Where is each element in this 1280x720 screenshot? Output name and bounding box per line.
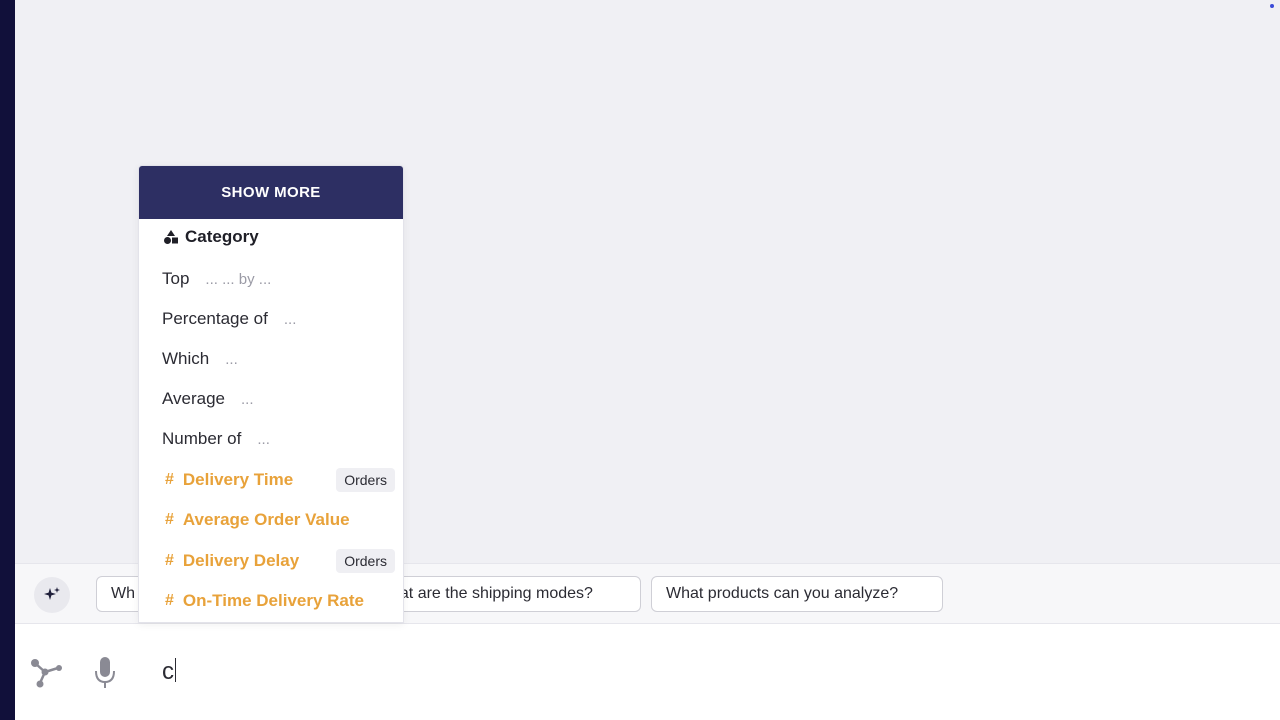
hash-icon: # <box>165 471 174 488</box>
hash-icon: # <box>165 592 174 609</box>
template-label: Percentage of <box>162 309 268 328</box>
template-item[interactable]: Percentage of... <box>162 309 296 329</box>
template-item[interactable]: Top ... ... by ... <box>162 269 271 289</box>
field-label: Delivery Delay <box>182 551 300 570</box>
field-item-delivery-time[interactable]: # Delivery Time <box>165 470 293 490</box>
template-label: Which <box>162 349 210 368</box>
field-label: Average Order Value <box>182 510 350 529</box>
hash-icon: # <box>165 552 174 569</box>
sparkle-icon <box>44 587 60 600</box>
status-dot <box>1270 4 1274 8</box>
template-item[interactable]: Which... <box>162 349 238 369</box>
suggestion-chip[interactable]: What products can you analyze? <box>651 576 943 612</box>
field-label: On-Time Delivery Rate <box>182 591 364 610</box>
template-hint: ... <box>241 391 254 408</box>
query-input-bar <box>15 623 1280 720</box>
suggestion-chip[interactable]: nat are the shipping modes? <box>380 576 641 612</box>
category-heading-label: Category <box>185 227 259 246</box>
template-item[interactable]: Average... <box>162 389 254 409</box>
field-item-average-order-value[interactable]: # Average Order Value <box>165 510 350 530</box>
category-heading: Category <box>163 227 259 247</box>
microphone-icon[interactable] <box>93 654 117 690</box>
table-tag: Orders <box>336 468 395 492</box>
field-label: Delivery Time <box>182 470 294 489</box>
shapes-icon <box>164 230 178 244</box>
hash-icon: # <box>165 511 174 528</box>
template-item[interactable]: Number of... <box>162 429 270 449</box>
template-label: Average <box>162 389 226 408</box>
template-hint: ... <box>257 431 270 448</box>
show-more-button[interactable]: SHOW MORE <box>139 166 403 219</box>
sparkle-button[interactable] <box>34 577 70 613</box>
table-tag: Orders <box>336 549 395 573</box>
field-item-delivery-delay[interactable]: # Delivery Delay <box>165 551 299 571</box>
text-cursor <box>175 658 176 682</box>
query-input-value: c <box>162 658 174 685</box>
left-sidebar-strip <box>0 0 15 720</box>
field-item-on-time-delivery-rate[interactable]: # On-Time Delivery Rate <box>165 591 364 611</box>
graph-icon[interactable] <box>28 654 64 690</box>
autocomplete-dropdown: SHOW MORE Category Top ... ... by ... Per… <box>138 165 404 623</box>
template-label: Number of <box>162 429 242 448</box>
template-hint: ... ... by ... <box>205 271 272 288</box>
template-hint: ... <box>283 311 297 328</box>
template-hint: ... <box>225 351 238 368</box>
query-input[interactable]: c <box>162 657 176 687</box>
template-label: Top <box>162 269 190 288</box>
